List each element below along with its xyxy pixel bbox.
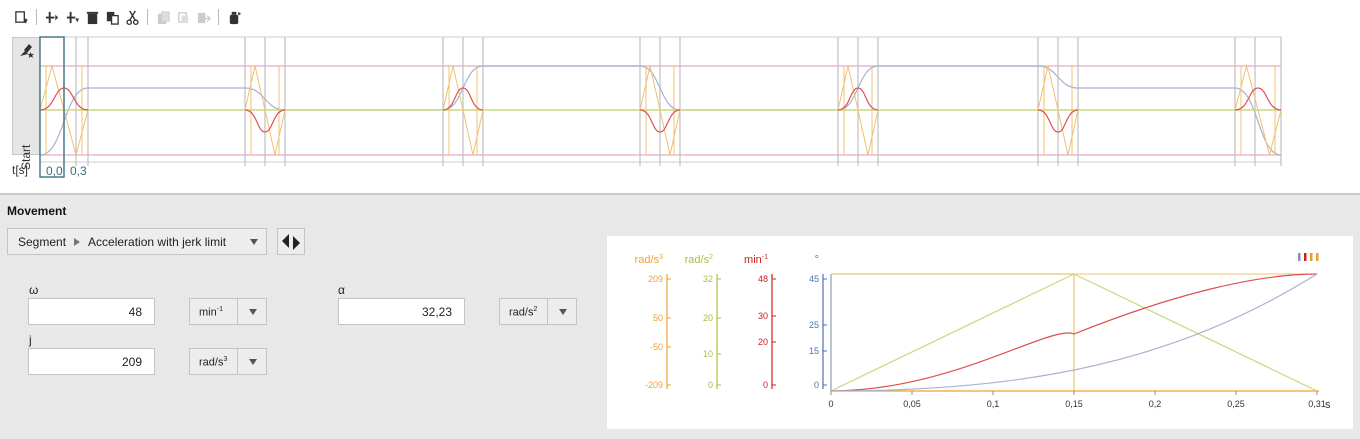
jerk-label: j xyxy=(29,333,32,347)
omega-unit-exp: -1 xyxy=(216,306,223,313)
chevron-down-icon xyxy=(559,309,567,315)
x-tick-label: 0,31 xyxy=(1308,399,1326,409)
segment-nav-button[interactable] xyxy=(277,228,305,255)
jerk-unit-select[interactable]: rad/s3 xyxy=(189,348,267,375)
y-tick-label: -50 xyxy=(650,342,663,352)
y-tick-label: 0 xyxy=(763,380,768,390)
y-tick-label: 15 xyxy=(809,346,819,356)
jerk-unit: rad/s xyxy=(199,356,224,369)
y-tick-label: 0 xyxy=(708,380,713,390)
omega-label: ω xyxy=(29,283,39,297)
legend-mark-2 xyxy=(1310,253,1313,261)
omega-input[interactable] xyxy=(28,298,155,325)
omega-unit: min xyxy=(199,306,217,319)
time-unit-label: t[s] xyxy=(12,163,29,177)
y-axis-unit-0: rad/s3 xyxy=(635,254,663,266)
legend-mark-3 xyxy=(1316,253,1319,261)
y-tick-label: 209 xyxy=(648,274,663,284)
y-axis-unit-3: ° xyxy=(815,254,819,266)
timeline-graph[interactable] xyxy=(0,0,1360,193)
alpha-unit-exp: 2 xyxy=(533,306,538,313)
time-value-end: 0,3 xyxy=(70,164,87,178)
y-axis-unit-1: rad/s2 xyxy=(685,254,713,266)
jerk-input[interactable] xyxy=(28,348,155,375)
legend-mark-1 xyxy=(1304,253,1307,261)
y-axis-unit-2: min-1 xyxy=(744,254,768,266)
left-right-arrows-icon xyxy=(282,234,300,250)
y-tick-label: 10 xyxy=(703,349,713,359)
y-tick-label: 45 xyxy=(809,274,819,284)
alpha-input[interactable] xyxy=(338,298,465,325)
segment-chart-svg: 0 0,05 0,1 0,15 0,2 0,25 0,31 s rad/s3 209 50 -50 -2… xyxy=(635,253,1331,411)
x-axis-label: s xyxy=(1325,399,1331,411)
timeline-panel: Start t[s] 0,0 0,3 xyxy=(0,0,1360,193)
x-tick-label: 0,2 xyxy=(1149,399,1162,409)
y-tick-label: 20 xyxy=(703,313,713,323)
chevron-down-icon xyxy=(250,239,258,245)
breadcrumb-arrow-icon xyxy=(74,237,81,246)
x-tick-label: 0,25 xyxy=(1227,399,1245,409)
segment-chart: 0 0,05 0,1 0,15 0,2 0,25 0,31 s rad/s3 209 50 -50 -2… xyxy=(607,236,1353,429)
x-tick-label: 0 xyxy=(828,399,833,409)
panel-divider xyxy=(0,193,1360,195)
segment-type-value: Acceleration with jerk limit xyxy=(88,234,227,249)
movement-heading: Movement xyxy=(7,204,67,218)
alpha-unit: rad/s xyxy=(509,306,534,319)
segment-type-select[interactable]: Segment Acceleration with jerk limit xyxy=(7,228,267,255)
y-tick-label: 50 xyxy=(653,313,663,323)
y-tick-label: 32 xyxy=(703,274,713,284)
y-tick-label: -209 xyxy=(645,380,663,390)
y-tick-label: 48 xyxy=(758,274,768,284)
jerk-unit-exp: 3 xyxy=(223,356,228,363)
x-tick-label: 0,1 xyxy=(987,399,1000,409)
time-value-start: 0,0 xyxy=(46,164,63,178)
alpha-label: α xyxy=(338,283,345,297)
chevron-down-icon xyxy=(249,359,257,365)
y-tick-label: 30 xyxy=(758,311,768,321)
x-tick-label: 0,05 xyxy=(903,399,921,409)
legend-mark-0 xyxy=(1298,253,1301,261)
y-tick-label: 25 xyxy=(809,320,819,330)
chevron-down-icon xyxy=(249,309,257,315)
alpha-unit-select[interactable]: rad/s2 xyxy=(499,298,577,325)
omega-unit-select[interactable]: min-1 xyxy=(189,298,267,325)
segment-label: Segment xyxy=(18,234,67,249)
y-tick-label: 20 xyxy=(758,337,768,347)
y-tick-label: 0 xyxy=(814,380,819,390)
x-tick-label: 0,15 xyxy=(1065,399,1083,409)
